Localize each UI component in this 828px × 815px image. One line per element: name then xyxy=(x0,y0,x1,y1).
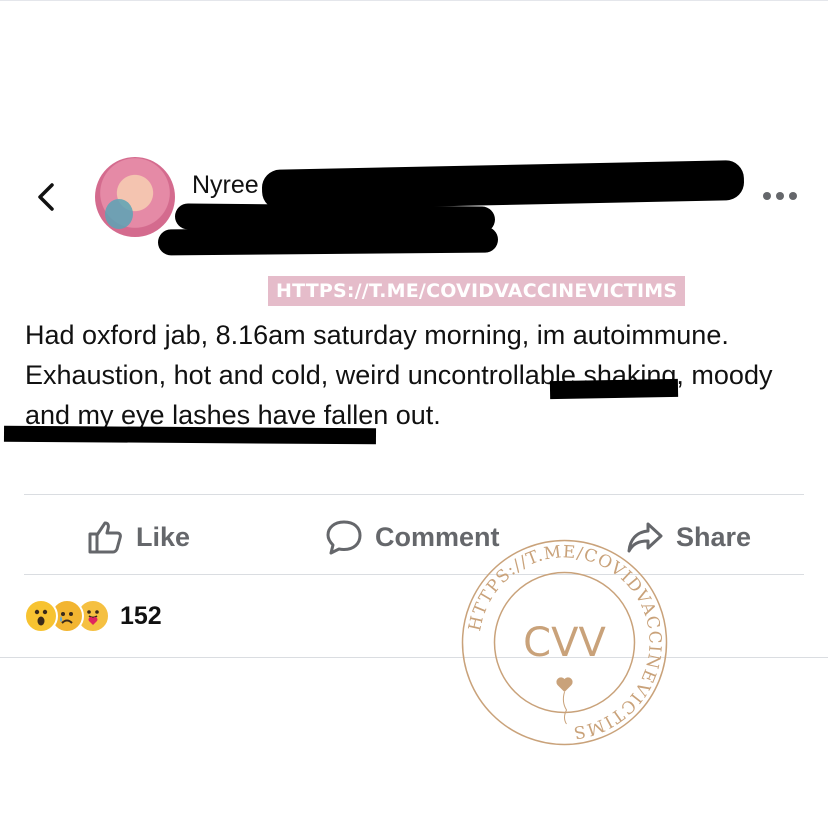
share-label: Share xyxy=(676,521,752,552)
more-options-button[interactable] xyxy=(763,186,797,206)
wow-reaction-icon xyxy=(24,599,58,633)
like-button[interactable]: Like xyxy=(86,516,190,558)
text-underline-redaction-2 xyxy=(3,425,377,445)
name-redaction xyxy=(261,159,745,211)
stamp-logo-text: CVV xyxy=(523,620,606,666)
cvv-watermark-stamp: HTTPS://T.ME/COVIDVACCINEVICTIMS CVV xyxy=(461,539,668,746)
reactions-summary[interactable]: 152 xyxy=(24,598,162,634)
post-body: Had oxford jab, 8.16am saturday morning,… xyxy=(25,320,773,430)
divider xyxy=(24,494,804,495)
divider xyxy=(0,657,828,658)
watermark-url-tag: HTTPS://T.ME/COVIDVACCINEVICTIMS xyxy=(268,276,686,306)
timestamp-redaction-2 xyxy=(157,226,499,256)
avatar[interactable] xyxy=(95,157,175,237)
divider xyxy=(24,574,804,575)
like-label: Like xyxy=(136,521,191,552)
chevron-left-icon xyxy=(38,183,54,211)
text-underline-redaction xyxy=(549,378,679,400)
dot-icon xyxy=(776,192,784,200)
back-button[interactable] xyxy=(34,180,58,214)
reaction-count: 152 xyxy=(120,601,162,630)
dot-icon xyxy=(789,192,797,200)
heart-icon xyxy=(556,677,573,692)
comment-bubble-icon xyxy=(326,520,362,555)
top-divider xyxy=(0,0,828,1)
thumbs-up-icon xyxy=(88,521,122,554)
dot-icon xyxy=(763,192,771,200)
